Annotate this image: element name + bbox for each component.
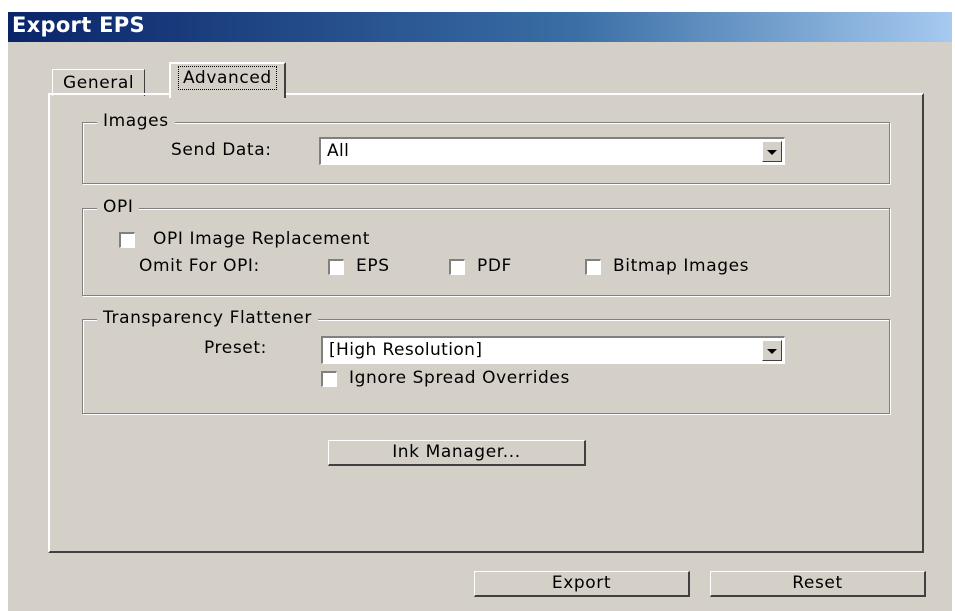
opi-replacement-checkbox[interactable] — [119, 232, 135, 248]
opi-group: OPI OPI Image Replacement Omit For OPI: … — [82, 197, 890, 296]
transparency-group-label: Transparency Flattener — [97, 308, 318, 328]
advanced-panel: Images Send Data: All OPI OPI Image Repl… — [48, 93, 924, 553]
send-data-value: All — [327, 141, 350, 161]
send-data-label: Send Data: — [171, 140, 272, 160]
tab-advanced[interactable]: Advanced — [169, 62, 286, 98]
tab-advanced-label: Advanced — [178, 66, 277, 90]
omit-pdf-checkbox[interactable] — [449, 259, 465, 275]
transparency-flattener-group: Transparency Flattener Preset: [High Res… — [82, 308, 890, 414]
images-group-label: Images — [97, 111, 175, 131]
ink-manager-button[interactable]: Ink Manager... — [328, 440, 586, 466]
ignore-spread-overrides-checkbox[interactable] — [321, 371, 337, 387]
export-button[interactable]: Export — [474, 571, 690, 597]
preset-label: Preset: — [204, 338, 267, 358]
omit-eps-label[interactable]: EPS — [356, 256, 390, 276]
title-bar[interactable]: Export EPS — [8, 12, 952, 42]
send-data-dropdown-icon[interactable] — [762, 141, 782, 162]
omit-bitmap-label[interactable]: Bitmap Images — [613, 256, 749, 276]
images-group: Images Send Data: All — [82, 111, 890, 184]
dialog-title: Export EPS — [12, 13, 145, 37]
send-data-select[interactable]: All — [319, 137, 785, 165]
opi-replacement-label[interactable]: OPI Image Replacement — [153, 229, 370, 249]
preset-select[interactable]: [High Resolution] — [321, 336, 785, 364]
omit-eps-checkbox[interactable] — [328, 259, 344, 275]
tab-general[interactable]: General — [52, 69, 146, 96]
reset-button[interactable]: Reset — [710, 571, 926, 597]
export-eps-dialog: Export EPS General Advanced Images Send … — [8, 12, 952, 611]
omit-pdf-label[interactable]: PDF — [477, 256, 512, 276]
opi-group-label: OPI — [97, 197, 140, 217]
omit-bitmap-checkbox[interactable] — [585, 259, 601, 275]
ignore-spread-overrides-label[interactable]: Ignore Spread Overrides — [349, 368, 570, 388]
preset-dropdown-icon[interactable] — [762, 340, 782, 361]
omit-for-opi-label: Omit For OPI: — [139, 256, 260, 276]
preset-value: [High Resolution] — [329, 340, 483, 360]
